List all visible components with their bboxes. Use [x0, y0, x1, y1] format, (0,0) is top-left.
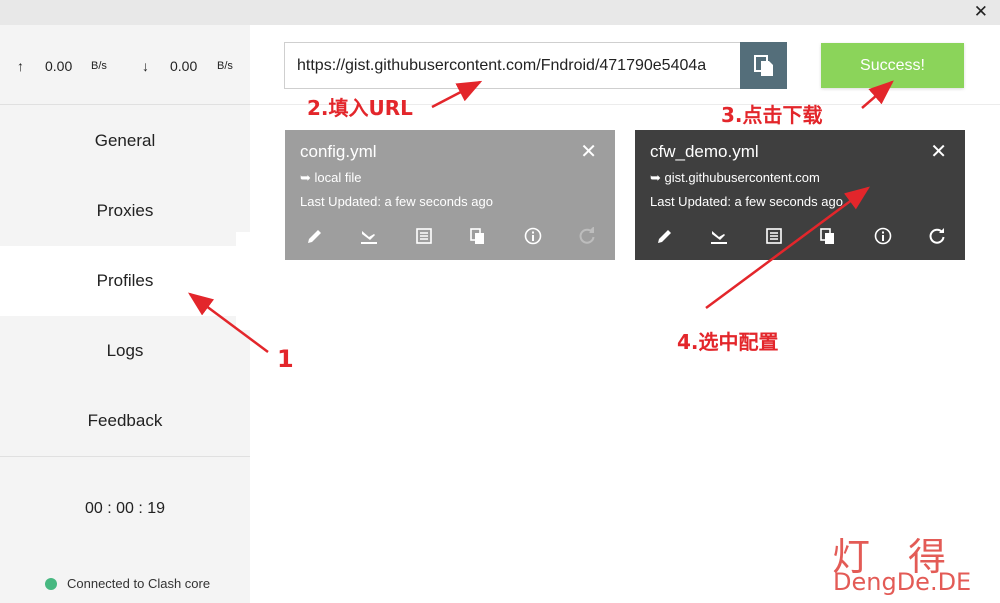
annotation-step4: 4.选中配置	[677, 330, 779, 354]
profile-card[interactable]: config.yml ➥ local file Last Updated: a …	[285, 130, 615, 260]
annotation-step1: 1	[277, 345, 294, 373]
paste-icon	[753, 54, 773, 76]
upload-unit: B/s	[91, 60, 107, 72]
copy-icon[interactable]	[818, 226, 838, 246]
profile-updated: Last Updated: a few seconds ago	[650, 194, 843, 209]
sidebar-item-logs[interactable]: Logs	[0, 316, 250, 386]
download-button[interactable]: Success!	[821, 43, 964, 88]
delete-profile-icon[interactable]: ✕	[930, 139, 947, 164]
profile-updated: Last Updated: a few seconds ago	[300, 194, 493, 209]
upload-speed: 0.00	[45, 58, 73, 74]
active-tab-corner-fill	[236, 232, 250, 330]
profile-title: config.yml	[300, 142, 377, 161]
delete-profile-icon[interactable]: ✕	[580, 139, 597, 164]
profile-source: ➥ gist.githubusercontent.com	[650, 170, 820, 185]
upload-arrow-icon: ↑	[17, 58, 24, 74]
annotation-step3: 3.点击下载	[721, 103, 823, 127]
annotation-step2: 2.填入URL	[307, 96, 413, 120]
watermark-domain: DengDe.DE	[833, 568, 972, 596]
uptime-timer: 00 : 00 : 19	[84, 500, 166, 517]
divider	[0, 456, 250, 457]
download-unit: B/s	[217, 60, 233, 72]
profile-title: cfw_demo.yml	[650, 142, 759, 161]
import-icon[interactable]	[709, 226, 729, 246]
download-speed: 0.00	[170, 58, 198, 74]
import-icon[interactable]	[359, 226, 379, 246]
info-icon[interactable]	[873, 226, 893, 246]
list-icon[interactable]	[764, 226, 784, 246]
status-dot-icon	[45, 577, 57, 590]
list-icon[interactable]	[414, 226, 434, 246]
refresh-icon[interactable]	[577, 226, 597, 246]
sidebar-item-feedback[interactable]: Feedback	[0, 386, 250, 456]
download-arrow-icon: ↓	[142, 58, 149, 74]
connection-status: Connected to Clash core	[45, 576, 210, 591]
sidebar-item-proxies[interactable]: Proxies	[0, 176, 250, 246]
traffic-panel: ↑ 0.00 B/s ↓ 0.00 B/s	[0, 25, 250, 105]
copy-icon[interactable]	[468, 226, 488, 246]
profile-url-input[interactable]: https://gist.githubusercontent.com/Fndro…	[284, 42, 741, 89]
sidebar-item-general[interactable]: General	[0, 106, 250, 176]
refresh-icon[interactable]	[927, 226, 947, 246]
edit-icon[interactable]	[655, 226, 675, 246]
title-bar: ✕	[0, 0, 1000, 25]
sidebar-item-profiles[interactable]: Profiles	[0, 246, 250, 316]
sidebar-nav: General Proxies Profiles Logs Feedback	[0, 106, 250, 456]
close-icon[interactable]: ✕	[974, 3, 988, 21]
edit-icon[interactable]	[305, 226, 325, 246]
info-icon[interactable]	[523, 226, 543, 246]
paste-button[interactable]	[740, 42, 787, 89]
profile-card[interactable]: cfw_demo.yml ➥ gist.githubusercontent.co…	[635, 130, 965, 260]
connection-status-text: Connected to Clash core	[67, 576, 211, 591]
profile-source: ➥ local file	[300, 170, 362, 185]
